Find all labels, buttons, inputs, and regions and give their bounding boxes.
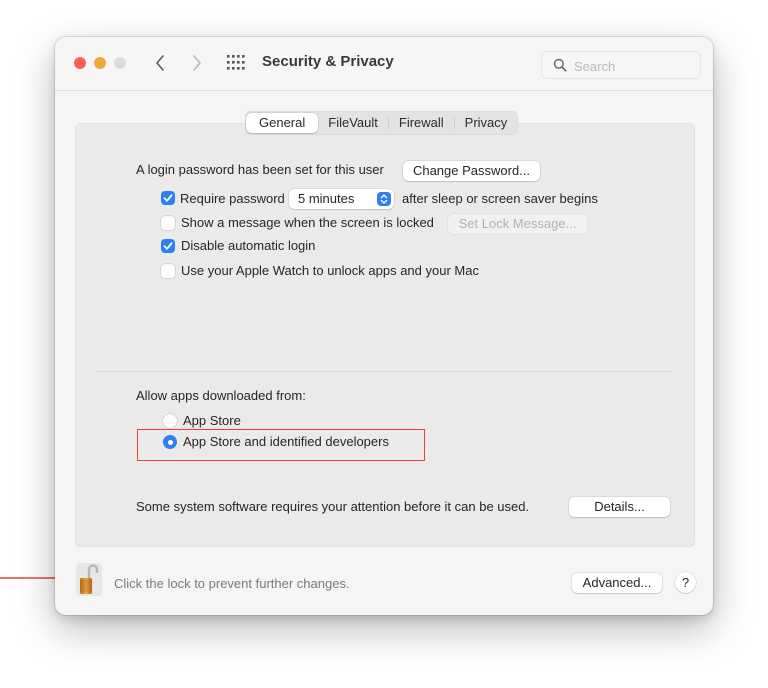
- checkmark-icon: [163, 194, 173, 202]
- minimize-window-button[interactable]: [94, 57, 106, 69]
- require-password-delay-select[interactable]: 5 minutes: [289, 189, 394, 209]
- radio-app-store-label: App Store: [183, 413, 241, 428]
- chevron-right-icon: [193, 55, 201, 71]
- tab-bar: General FileVault Firewall Privacy: [245, 111, 519, 135]
- set-lock-message-button[interactable]: Set Lock Message...: [448, 214, 587, 234]
- search-field[interactable]: [541, 51, 701, 79]
- search-icon: [553, 58, 567, 72]
- chevron-left-icon: [156, 55, 164, 71]
- login-password-label: A login password has been set for this u…: [136, 162, 384, 177]
- advanced-button[interactable]: Advanced...: [572, 573, 662, 593]
- annotation-highlight-box: [137, 429, 425, 461]
- up-down-chevron-icon: [377, 192, 391, 206]
- checkmark-icon: [163, 242, 173, 250]
- require-password-suffix: after sleep or screen saver begins: [402, 191, 598, 206]
- unlocked-padlock-icon: [80, 564, 99, 594]
- disable-auto-login-label: Disable automatic login: [181, 238, 316, 253]
- change-password-button[interactable]: Change Password...: [403, 161, 540, 181]
- search-input[interactable]: [572, 55, 696, 77]
- apple-watch-unlock-checkbox[interactable]: [161, 264, 175, 278]
- require-password-checkbox[interactable]: [161, 191, 175, 205]
- disable-auto-login-checkbox[interactable]: [161, 239, 175, 253]
- close-window-button[interactable]: [74, 57, 86, 69]
- select-value: 5 minutes: [298, 191, 355, 206]
- content-panel: [75, 123, 695, 547]
- help-button[interactable]: ?: [675, 572, 696, 593]
- system-software-message: Some system software requires your atten…: [136, 499, 530, 514]
- allow-apps-heading: Allow apps downloaded from:: [136, 388, 306, 403]
- show-message-label: Show a message when the screen is locked: [181, 215, 434, 230]
- tab-filevault[interactable]: FileVault: [318, 113, 388, 133]
- lock-status-text: Click the lock to prevent further change…: [114, 576, 350, 591]
- require-password-label: Require password: [180, 191, 285, 206]
- radio-app-store[interactable]: [163, 414, 177, 428]
- tab-firewall[interactable]: Firewall: [389, 113, 454, 133]
- tab-general[interactable]: General: [246, 113, 319, 133]
- section-divider: [97, 371, 671, 372]
- apple-watch-unlock-label: Use your Apple Watch to unlock apps and …: [181, 263, 479, 278]
- back-button[interactable]: [150, 51, 170, 75]
- forward-button[interactable]: [187, 51, 207, 75]
- title-bar: Security & Privacy: [55, 37, 713, 91]
- maximize-window-button[interactable]: [114, 57, 126, 69]
- details-button[interactable]: Details...: [569, 497, 670, 517]
- lock-button[interactable]: [76, 563, 102, 596]
- show-all-grid-icon[interactable]: [227, 55, 245, 70]
- tab-privacy[interactable]: Privacy: [455, 113, 518, 133]
- show-message-checkbox[interactable]: [161, 216, 175, 230]
- window-title: Security & Privacy: [262, 53, 394, 70]
